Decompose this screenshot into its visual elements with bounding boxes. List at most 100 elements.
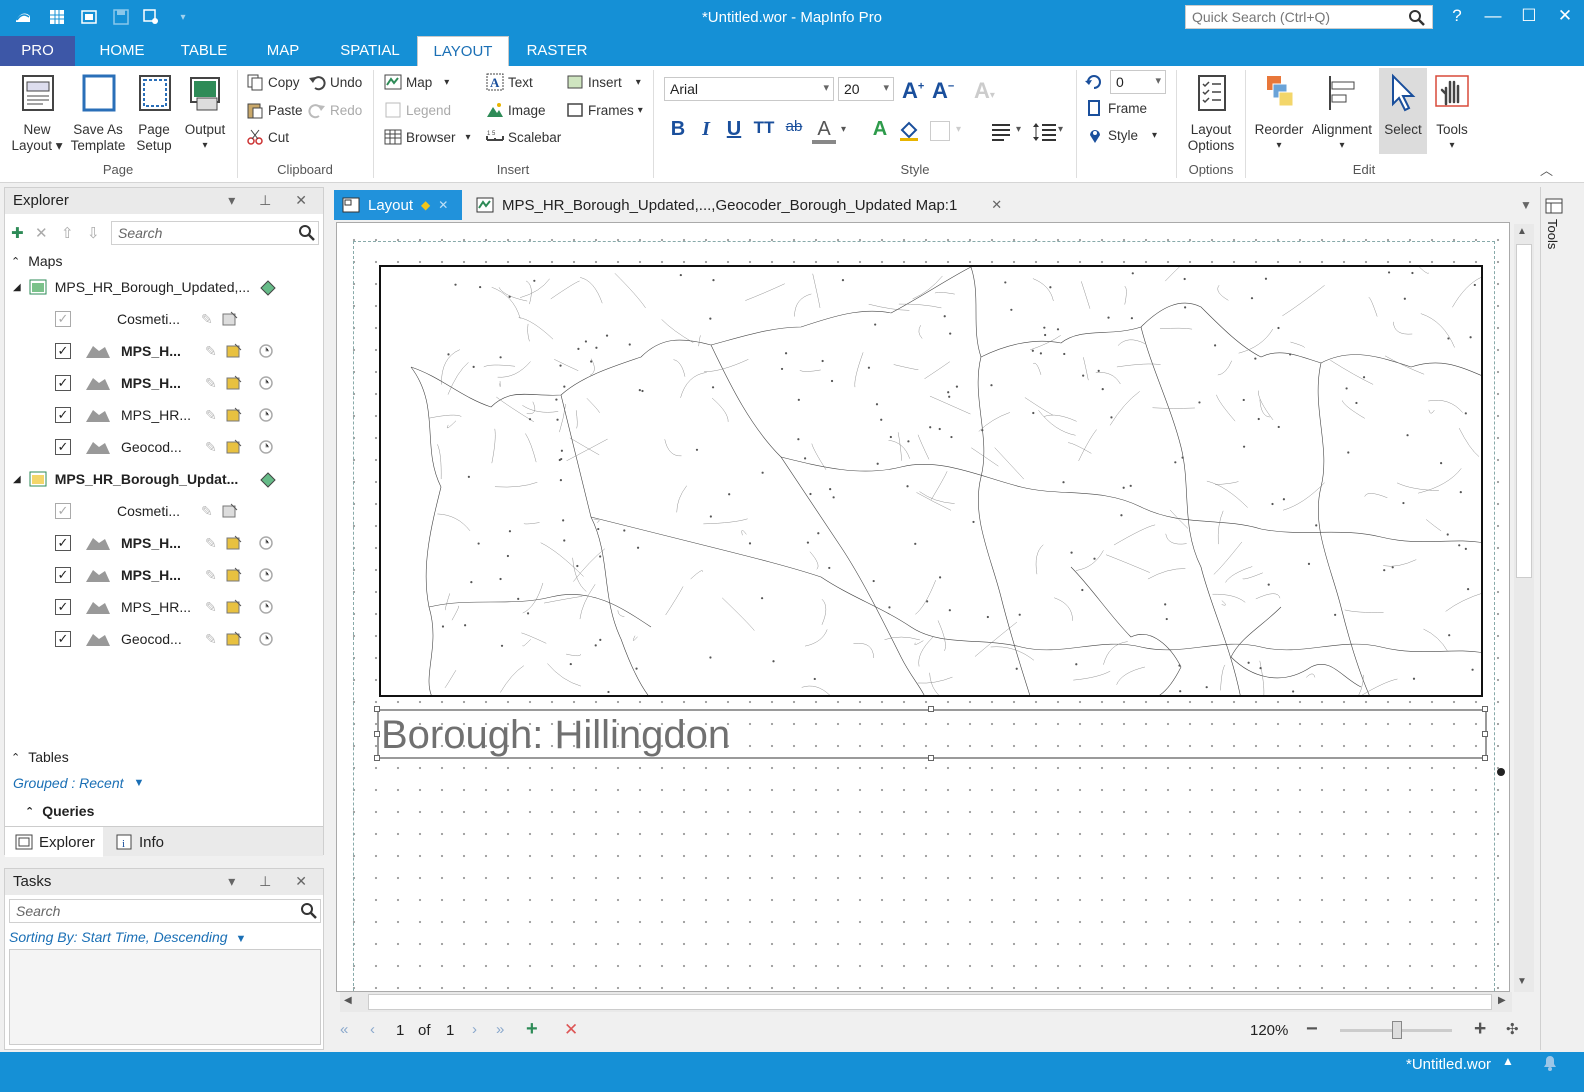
strikethrough-icon[interactable]: ab bbox=[782, 118, 806, 135]
font-color-icon[interactable]: A bbox=[812, 118, 836, 144]
text-case-icon[interactable]: TT bbox=[752, 118, 776, 138]
font-family-dropdown[interactable]: Arial bbox=[664, 77, 834, 101]
insert-image-button[interactable]: Image bbox=[486, 99, 546, 121]
layer-row[interactable]: ✓ MPS_HR... ✎ bbox=[55, 596, 275, 618]
insert-scalebar-button[interactable]: 1 5 Scalebar bbox=[486, 126, 561, 148]
scroll-thumb[interactable] bbox=[1516, 244, 1532, 578]
chevron-down-icon[interactable]: ▾ bbox=[1016, 124, 1021, 135]
prev-page-icon[interactable]: ‹ bbox=[370, 1021, 375, 1038]
first-page-icon[interactable]: « bbox=[340, 1021, 348, 1038]
resize-handle[interactable] bbox=[374, 731, 380, 737]
insert-text-button[interactable]: A Text bbox=[486, 71, 533, 93]
italic-icon[interactable]: I bbox=[694, 118, 718, 141]
scroll-up-icon[interactable]: ▲ bbox=[1517, 226, 1527, 237]
save-as-template-button[interactable]: Save As Template bbox=[70, 72, 126, 154]
chevron-down-icon[interactable]: ▾ bbox=[841, 124, 846, 135]
tab-map[interactable]: MAP bbox=[252, 36, 314, 66]
move-down-icon[interactable]: ⇩ bbox=[87, 224, 100, 242]
queries-section-header[interactable]: ⌃ Queries bbox=[25, 800, 94, 822]
tasks-search-input[interactable]: Search bbox=[9, 899, 321, 923]
borough-title-text[interactable]: Borough: Hillingdon bbox=[381, 713, 730, 757]
output-button[interactable]: Output ▾ bbox=[178, 72, 232, 154]
layer-visibility-checkbox[interactable]: ✓ bbox=[55, 567, 71, 583]
resize-handle[interactable] bbox=[1482, 706, 1488, 712]
text-frame[interactable]: Borough: Hillingdon bbox=[377, 709, 1487, 759]
chevron-down-icon[interactable]: ▾ bbox=[1058, 124, 1063, 135]
tab-list-dropdown-icon[interactable]: ▼ bbox=[1520, 198, 1532, 212]
layer-visibility-checkbox[interactable]: ✓ bbox=[55, 503, 71, 519]
scroll-left-icon[interactable]: ◀ bbox=[344, 995, 352, 1006]
rotation-angle-input[interactable]: 0 bbox=[1110, 70, 1166, 94]
map-node[interactable]: ◢ MPS_HR_Borough_Updated,... bbox=[13, 276, 276, 298]
insert-browser-button[interactable]: Browser ▾ bbox=[384, 126, 471, 148]
tab-home[interactable]: HOME bbox=[86, 36, 158, 66]
pin-icon[interactable]: ◆ bbox=[421, 198, 430, 212]
text-effect-icon[interactable]: A▾ bbox=[974, 78, 995, 104]
layer-visibility-checkbox[interactable]: ✓ bbox=[55, 343, 71, 359]
layer-row[interactable]: ✓ MPS_H... ✎ bbox=[55, 564, 275, 586]
layer-visibility-checkbox[interactable]: ✓ bbox=[55, 599, 71, 615]
layer-row[interactable]: ✓ MPS_H... ✎ bbox=[55, 532, 275, 554]
layer-visibility-checkbox[interactable]: ✓ bbox=[55, 439, 71, 455]
delete-page-icon[interactable]: ✕ bbox=[564, 1020, 578, 1040]
resize-handle[interactable] bbox=[1482, 755, 1488, 761]
selectable-icon[interactable] bbox=[221, 310, 239, 328]
zoom-out-icon[interactable]: − bbox=[1306, 1018, 1318, 1041]
chevron-down-icon[interactable]: ▾ bbox=[956, 124, 961, 135]
insert-shape-button[interactable]: Insert ▾ bbox=[566, 71, 641, 93]
pane-controls[interactable]: ▾ ⊥ ✕ bbox=[228, 873, 317, 890]
move-up-icon[interactable]: ⇧ bbox=[61, 224, 74, 242]
pencil-icon[interactable]: ✎ bbox=[205, 375, 217, 392]
layer-row[interactable]: ✓ MPS_H... ✎ bbox=[55, 340, 275, 362]
resize-handle[interactable] bbox=[374, 755, 380, 761]
minimize-button[interactable]: — bbox=[1476, 6, 1510, 26]
pencil-icon[interactable]: ✎ bbox=[201, 311, 213, 328]
frame-button[interactable]: Frame bbox=[1086, 97, 1147, 119]
layer-row[interactable]: ✓ MPS_H... ✎ bbox=[55, 372, 275, 394]
insert-map-button[interactable]: Map ▾ bbox=[384, 71, 449, 93]
layer-row[interactable]: ✓ Cosmeti... ✎ bbox=[55, 500, 239, 522]
select-button[interactable]: Select bbox=[1379, 68, 1427, 154]
maximize-button[interactable]: ☐ bbox=[1512, 6, 1546, 26]
zoom-layer-icon[interactable] bbox=[257, 342, 275, 360]
status-expand-icon[interactable]: ▲ bbox=[1502, 1054, 1514, 1068]
layer-visibility-checkbox[interactable]: ✓ bbox=[55, 535, 71, 551]
last-page-icon[interactable]: » bbox=[496, 1021, 504, 1038]
layer-visibility-checkbox[interactable]: ✓ bbox=[55, 631, 71, 647]
pencil-icon[interactable]: ✎ bbox=[205, 599, 217, 616]
decrease-font-icon[interactable]: A− bbox=[932, 78, 954, 104]
remove-icon[interactable]: ✕ bbox=[35, 224, 48, 242]
selectable-icon[interactable] bbox=[225, 630, 243, 648]
resize-handle[interactable] bbox=[374, 706, 380, 712]
style-button[interactable]: Style ▾ bbox=[1086, 124, 1157, 146]
page-setup-button[interactable]: Page Setup bbox=[128, 72, 180, 154]
notification-bell-icon[interactable] bbox=[1540, 1052, 1560, 1072]
layer-row[interactable]: ✓ MPS_HR... ✎ bbox=[55, 404, 275, 426]
zoom-layer-icon[interactable] bbox=[257, 374, 275, 392]
tab-pro[interactable]: PRO bbox=[0, 36, 75, 66]
collapse-ribbon-icon[interactable]: ︿ bbox=[1540, 160, 1553, 179]
selectable-icon[interactable] bbox=[225, 598, 243, 616]
text-halo-icon[interactable]: A bbox=[868, 118, 892, 141]
horizontal-scrollbar[interactable]: ◀ ▶ bbox=[340, 992, 1512, 1012]
new-layout-button[interactable]: New Layout ▾ bbox=[8, 72, 66, 154]
zoom-layer-icon[interactable] bbox=[257, 534, 275, 552]
tab-info[interactable]: i Info bbox=[109, 827, 189, 857]
frames-button[interactable]: Frames ▾ bbox=[566, 99, 643, 121]
next-page-icon[interactable]: › bbox=[472, 1021, 477, 1038]
zoom-layer-icon[interactable] bbox=[257, 598, 275, 616]
resize-handle[interactable] bbox=[928, 706, 934, 712]
tools-button[interactable]: Tools ▾ bbox=[1428, 72, 1476, 154]
layer-row[interactable]: ✓ Cosmeti... ✎ bbox=[55, 308, 239, 330]
close-tab-icon[interactable]: ✕ bbox=[991, 197, 1002, 213]
reorder-button[interactable]: Reorder ▾ bbox=[1250, 72, 1308, 154]
zoom-layer-icon[interactable] bbox=[257, 630, 275, 648]
selectable-icon[interactable] bbox=[225, 438, 243, 456]
pane-controls[interactable]: ▾ ⊥ ✕ bbox=[228, 192, 317, 209]
scroll-down-icon[interactable]: ▼ bbox=[1517, 976, 1527, 987]
fill-icon[interactable] bbox=[898, 120, 920, 142]
zoom-to-fit-icon[interactable]: ✣ bbox=[1506, 1020, 1519, 1038]
close-tab-icon[interactable]: ✕ bbox=[438, 198, 448, 212]
underline-icon[interactable]: U bbox=[722, 118, 746, 141]
grouped-dropdown[interactable]: Grouped : Recent ▼ bbox=[13, 772, 144, 794]
